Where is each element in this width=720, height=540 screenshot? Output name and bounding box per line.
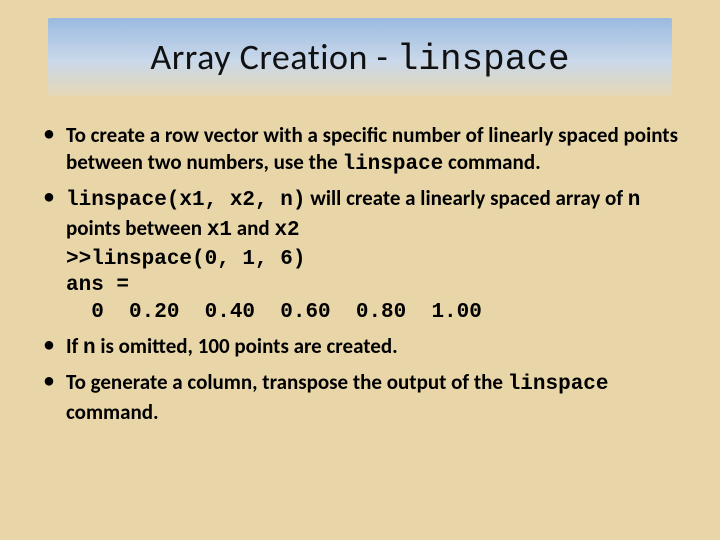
bullet-list: To create a row vector with a specific n…	[38, 122, 682, 426]
bullet-1: To create a row vector with a specific n…	[38, 122, 682, 179]
slide-title-box: Array Creation - linspace	[48, 18, 672, 96]
text: is omitted, 100 points are created.	[96, 333, 398, 359]
text: will create a linearly spaced array of	[305, 185, 627, 211]
code-inline: linspace	[342, 153, 443, 176]
title-prefix: Array Creation -	[150, 35, 396, 79]
text: command.	[66, 399, 159, 425]
code-block: >>linspace(0, 1, 6) ans = 0 0.20 0.40 0.…	[66, 247, 682, 328]
bullet-2: linspace(x1, x2, n) will create a linear…	[38, 185, 682, 327]
slide-title: Array Creation - linspace	[150, 35, 569, 80]
slide-body: To create a row vector with a specific n…	[38, 122, 682, 426]
code-inline: linspace(x1, x2, n)	[66, 189, 305, 212]
text: and	[232, 215, 274, 241]
code-inline: linspace	[508, 373, 609, 396]
text: command.	[443, 149, 540, 175]
code-inline: x2	[274, 219, 299, 242]
bullet-4: To generate a column, transpose the outp…	[38, 369, 682, 426]
code-inline: x1	[207, 219, 232, 242]
code-inline: n	[628, 189, 641, 212]
bullet-3: If n is omitted, 100 points are created.	[38, 333, 682, 363]
title-mono: linspace	[397, 39, 570, 80]
text: To generate a column, transpose the outp…	[66, 369, 508, 395]
code-inline: n	[83, 337, 96, 360]
text: If	[66, 333, 83, 359]
text: points between	[66, 215, 207, 241]
